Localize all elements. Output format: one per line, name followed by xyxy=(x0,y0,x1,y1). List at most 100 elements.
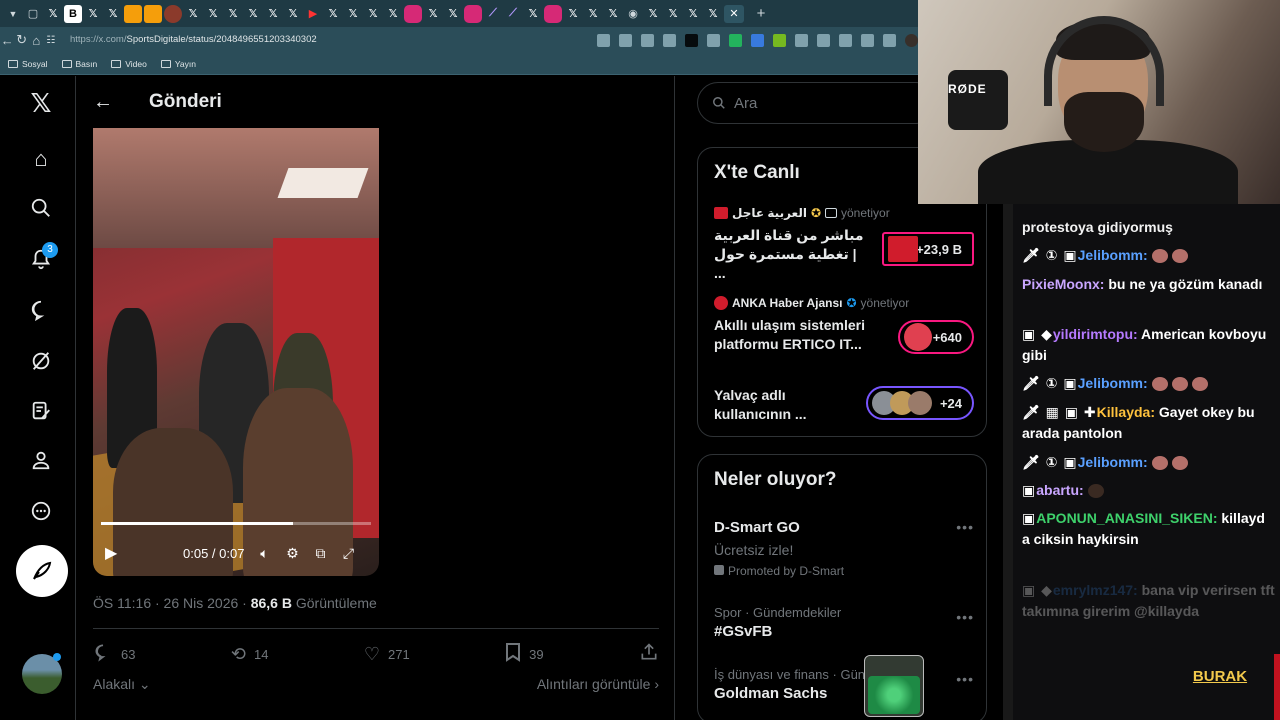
tab-x-icon[interactable]: 𝕏 xyxy=(584,5,602,23)
extension-icon[interactable] xyxy=(729,33,742,47)
repost-button[interactable]: ⟲ 14 xyxy=(231,644,269,665)
extension-icon[interactable] xyxy=(685,33,698,47)
like-button[interactable]: ♡ 271 xyxy=(364,644,410,665)
bookmark-folder[interactable]: Video xyxy=(111,59,147,69)
back-nav-icon[interactable]: ← xyxy=(0,33,15,48)
tab-youtube-icon[interactable]: ▶ xyxy=(304,5,322,23)
tab-x-icon[interactable]: 𝕏 xyxy=(84,5,102,23)
tab-icon[interactable] xyxy=(144,4,162,23)
message-icon[interactable] xyxy=(26,295,56,325)
tab-x-icon[interactable]: 𝕏 xyxy=(224,5,242,23)
play-icon[interactable]: ▶ xyxy=(105,543,125,563)
search-icon[interactable] xyxy=(26,193,56,223)
tab-x-icon[interactable]: 𝕏 xyxy=(324,5,342,23)
share-button[interactable] xyxy=(639,642,659,667)
listener-pill[interactable]: +640 xyxy=(898,320,974,354)
tab-x-icon[interactable]: 𝕏 xyxy=(104,5,122,23)
tab-x-icon[interactable]: 𝕏 xyxy=(684,5,702,23)
volume-icon[interactable]: 🔈︎ xyxy=(256,545,272,562)
tab-x-icon[interactable]: 𝕏 xyxy=(244,5,262,23)
tab-feather-icon[interactable]: ⟋ xyxy=(504,5,522,23)
trend-item[interactable]: Spor · Gündemdekiler #GSvFB ••• xyxy=(714,605,974,645)
tab-x-icon[interactable]: 𝕏 xyxy=(644,5,662,23)
live-item[interactable]: ANKA Haber Ajansı ✪ yönetiyor Akıllı ula… xyxy=(714,296,974,360)
tab-x-icon[interactable]: 𝕏 xyxy=(284,5,302,23)
bookmark-folder[interactable]: Basın xyxy=(61,59,97,69)
tab-x-icon[interactable]: 𝕏 xyxy=(424,5,442,23)
site-info-icon[interactable]: ☷ xyxy=(44,35,59,46)
grok-icon[interactable] xyxy=(26,346,56,376)
edit-list-icon[interactable] xyxy=(26,396,56,426)
pip-icon[interactable]: ⧉ xyxy=(312,545,328,562)
listener-pill[interactable]: +23,9 B xyxy=(882,232,974,266)
bookmark-folder[interactable]: Yayın xyxy=(160,59,196,69)
back-arrow-icon[interactable]: ← xyxy=(93,91,113,114)
tab-x-icon[interactable]: 𝕏 xyxy=(704,5,722,23)
tab-list-button[interactable]: ▼ xyxy=(4,5,22,23)
tab-x-icon[interactable]: 𝕏 xyxy=(204,5,222,23)
reply-button[interactable]: 63 xyxy=(93,642,135,667)
tab-x-icon[interactable]: 𝕏 xyxy=(384,5,402,23)
chat-badges-icon: ▣ xyxy=(1022,510,1037,526)
new-tab-button[interactable]: + xyxy=(752,5,770,23)
reload-icon[interactable]: ↻ xyxy=(15,32,30,48)
video-frame-light xyxy=(277,168,369,198)
tab-instagram-icon[interactable] xyxy=(404,4,422,23)
tab-icon[interactable] xyxy=(164,4,182,23)
video-player[interactable]: ▶ 0:05 / 0:07 🔈︎ ⚙ ⧉ ⤢ xyxy=(93,128,379,576)
extension-icon[interactable] xyxy=(795,33,808,47)
settings-gear-icon[interactable]: ⚙ xyxy=(284,545,300,562)
tab-x-icon[interactable]: 𝕏 xyxy=(184,5,202,23)
live-item[interactable]: العربية عاجل ✪ yönetiyor مباشر من قناة ا… xyxy=(714,206,974,281)
extension-icon[interactable] xyxy=(597,33,610,47)
more-icon[interactable] xyxy=(26,496,56,526)
compose-post-button[interactable] xyxy=(16,545,68,597)
extension-icon[interactable] xyxy=(883,33,896,47)
tab-x-icon[interactable]: 𝕏 xyxy=(564,5,582,23)
live-item[interactable]: Yalvaç adlı kullanıcının ... +24 xyxy=(714,386,974,430)
profile-avatar-icon[interactable] xyxy=(905,33,918,47)
tab-x-icon[interactable]: 𝕏 xyxy=(444,5,462,23)
tab-icon[interactable]: ◉ xyxy=(624,5,642,23)
home-nav-icon[interactable]: ⌂ xyxy=(29,33,44,48)
tab-x-icon[interactable]: 𝕏 xyxy=(264,5,282,23)
extension-icon[interactable] xyxy=(619,33,632,47)
extension-icon[interactable] xyxy=(751,33,764,47)
view-quotes-link[interactable]: Alıntıları görüntüle › xyxy=(537,676,659,693)
tab-instagram-icon[interactable] xyxy=(544,4,562,23)
tab-x-icon[interactable]: 𝕏 xyxy=(664,5,682,23)
x-logo-icon[interactable]: 𝕏 xyxy=(26,88,56,118)
tab-x-icon[interactable]: 𝕏 xyxy=(44,5,62,23)
tab-active-close-icon[interactable]: ✕ xyxy=(724,4,744,23)
tab-instagram-icon[interactable] xyxy=(464,4,482,23)
extension-icon[interactable] xyxy=(817,33,830,47)
bookmark-button[interactable]: 39 xyxy=(505,642,544,667)
home-icon[interactable]: ⌂ xyxy=(26,144,56,174)
profile-icon[interactable] xyxy=(26,445,56,475)
tab-feather-icon[interactable]: ⟋ xyxy=(484,5,502,23)
trend-item[interactable]: D-Smart GO Ücretsiz izle! Promoted by D-… xyxy=(714,519,974,579)
more-options-icon[interactable]: ••• xyxy=(956,671,974,687)
more-options-icon[interactable]: ••• xyxy=(956,609,974,625)
tab-icon[interactable]: B xyxy=(64,4,82,23)
extension-icon[interactable] xyxy=(641,33,654,47)
more-options-icon[interactable]: ••• xyxy=(956,519,974,535)
listener-pill[interactable]: +24 xyxy=(866,386,974,420)
tab-x-icon[interactable]: 𝕏 xyxy=(364,5,382,23)
tab-x-icon[interactable]: 𝕏 xyxy=(604,5,622,23)
tab-x-icon[interactable]: 𝕏 xyxy=(524,5,542,23)
extension-icon[interactable] xyxy=(707,33,720,47)
tab-x-icon[interactable]: 𝕏 xyxy=(344,5,362,23)
sort-dropdown[interactable]: Alakalı ⌄ xyxy=(93,676,151,693)
trend-item[interactable]: İş dünyası ve finans · Gün Goldman Sachs… xyxy=(714,667,974,707)
tab-icon[interactable]: ▢ xyxy=(24,5,42,23)
tab-icon[interactable] xyxy=(124,4,142,23)
star-icon[interactable] xyxy=(663,33,676,47)
url-field[interactable]: https://x.com/SportsDigitale/status/2048… xyxy=(62,30,502,50)
search-input[interactable]: Ara xyxy=(697,82,937,124)
bookmark-folder[interactable]: Sosyal xyxy=(8,59,48,69)
fullscreen-icon[interactable]: ⤢ xyxy=(340,545,356,562)
extension-icon[interactable] xyxy=(861,33,874,47)
extension-icon[interactable] xyxy=(839,33,852,47)
extension-icon[interactable] xyxy=(773,33,786,47)
